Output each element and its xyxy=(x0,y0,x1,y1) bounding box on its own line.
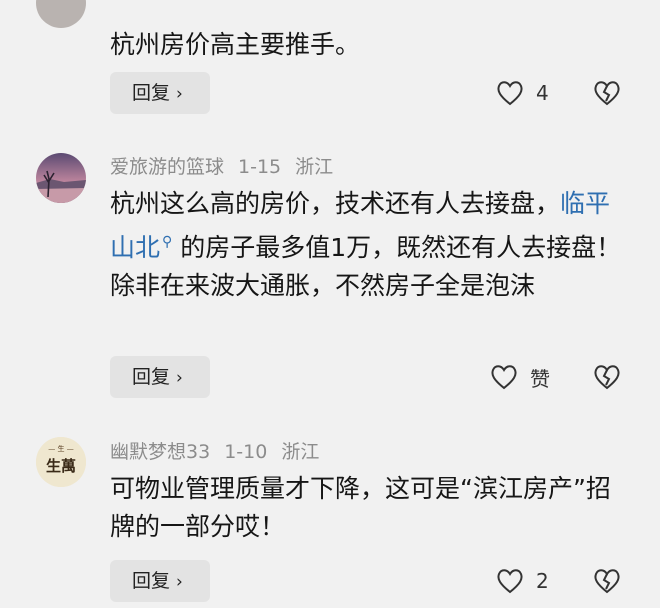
comment-text: 可物业管理质量才下降，这可是“滨江房产”招牌的一部分哎！ xyxy=(110,474,611,541)
heart-outline-icon xyxy=(491,365,517,390)
comment-location: 浙江 xyxy=(281,441,320,463)
reply-button[interactable]: 回复 › xyxy=(110,72,210,114)
chevron-right-icon: › xyxy=(176,572,183,592)
comment-meta: 爱旅游的篮球 1-15 浙江 xyxy=(110,152,347,179)
like-button[interactable]: 赞 xyxy=(490,356,550,398)
like-count: 赞 xyxy=(530,366,550,391)
avatar-calligraphy: 生萬 xyxy=(46,457,76,475)
broken-heart-icon[interactable] xyxy=(593,568,621,594)
broken-heart-icon[interactable] xyxy=(593,80,621,106)
chevron-right-icon: › xyxy=(176,84,183,104)
broken-heart-icon[interactable] xyxy=(593,364,621,390)
avatar-image xyxy=(36,153,86,203)
username[interactable]: 爱旅游的篮球 xyxy=(110,156,224,178)
username[interactable]: 幽默梦想33 xyxy=(110,441,210,463)
heart-outline-icon xyxy=(497,569,523,594)
comment-meta: 幽默梦想33 1-10 浙江 xyxy=(110,437,333,464)
reply-label: 回复 xyxy=(132,82,171,104)
comment-date: 1-10 xyxy=(224,441,268,463)
reply-label: 回复 xyxy=(132,366,171,388)
comment-location: 浙江 xyxy=(295,156,334,178)
comment-text-end: 的房子最多值1万，既然还有人去接盘！除非在来波大通胀，不然房子全是泡沫 xyxy=(110,233,622,300)
search-tag-icon: ⚲ xyxy=(162,234,173,250)
like-count: 2 xyxy=(536,569,549,593)
reply-button[interactable]: 回复 › xyxy=(110,560,210,602)
heart-outline-icon xyxy=(497,81,523,106)
comment-text-start: 杭州这么高的房价，技术还有人去接盘， xyxy=(110,189,561,218)
like-count: 4 xyxy=(536,81,549,105)
avatar[interactable]: — 生 — 生萬 xyxy=(36,437,86,487)
chevron-right-icon: › xyxy=(176,368,183,388)
svg-text:— 生 —: — 生 — xyxy=(48,444,73,453)
avatar[interactable] xyxy=(36,153,86,203)
like-button[interactable]: 4 xyxy=(496,72,549,114)
like-button[interactable]: 2 xyxy=(496,560,549,602)
reply-label: 回复 xyxy=(132,570,171,592)
comment-date: 1-15 xyxy=(238,156,282,178)
avatar-image: — 生 — 生萬 xyxy=(36,437,86,487)
avatar[interactable] xyxy=(36,0,86,28)
comment-text: 杭州房价高主要推手。 xyxy=(110,30,361,59)
comment-text: 杭州这么高的房价，技术还有人去接盘，临平山北 ⚲ 的房子最多值1万，既然还有人去接… xyxy=(110,185,630,305)
reply-button[interactable]: 回复 › xyxy=(110,356,210,398)
